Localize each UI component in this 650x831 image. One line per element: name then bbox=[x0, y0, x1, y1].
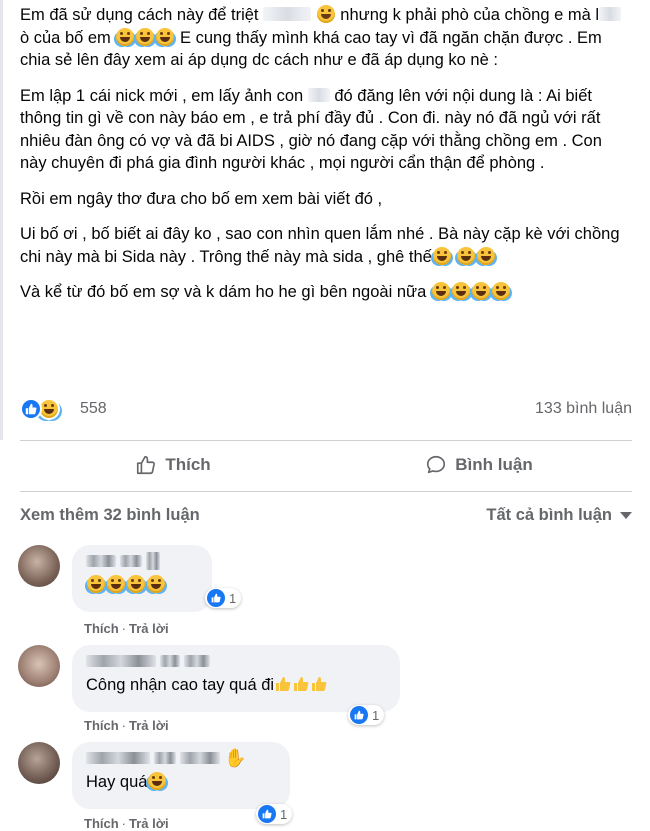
commenter-name-blurred[interactable] bbox=[86, 552, 198, 570]
post-paragraph-3: Rồi em ngây thơ đưa cho bố em xem bài vi… bbox=[20, 189, 383, 208]
view-more-comments-link[interactable]: Xem thêm 32 bình luận bbox=[20, 506, 200, 525]
laughing-tears-emoji-icon bbox=[127, 575, 145, 593]
laughing-tears-emoji-icon bbox=[471, 282, 490, 300]
comment-reply-link[interactable]: Trả lời bbox=[129, 816, 169, 831]
post-paragraph-1: Em đã sử dụng cách này để triệt nhưng k … bbox=[20, 4, 630, 72]
laughing-tears-emoji-icon bbox=[116, 27, 135, 46]
post-text: Em đã sử dụng cách này để triệt bbox=[20, 6, 259, 24]
comment-count[interactable]: 133 bình luận bbox=[535, 400, 632, 418]
wave-icon: ✋ bbox=[224, 748, 247, 768]
laughing-tears-emoji-icon bbox=[136, 27, 155, 46]
comment-text: Công nhận cao tay quá đi bbox=[86, 674, 386, 696]
post-text: Ui bố ơi , bố biết ai đây ko , sao con n… bbox=[20, 225, 620, 266]
like-reaction-icon bbox=[258, 805, 276, 823]
laughing-tears-emoji-icon bbox=[148, 772, 167, 790]
laughing-tears-emoji-icon bbox=[87, 575, 105, 593]
comment-filter-label: Tất cả bình luận bbox=[486, 506, 612, 524]
caret-down-icon bbox=[620, 512, 632, 519]
commenter-name-blurred[interactable] bbox=[86, 653, 386, 669]
post-text: nhưng k phải phò của chồng e mà l bbox=[340, 6, 600, 24]
comment-text bbox=[86, 574, 198, 596]
comment-like-count[interactable]: 1 bbox=[256, 804, 293, 824]
like-button-label: Thích bbox=[165, 455, 211, 474]
comments-header: Xem thêm 32 bình luận Tất cả bình luận bbox=[20, 506, 632, 532]
laughing-tears-emoji-icon bbox=[431, 282, 450, 300]
thumbs-up-emoji-icon bbox=[294, 677, 309, 691]
comment-bubble: ✋ Hay quá bbox=[72, 742, 290, 809]
blurred-text bbox=[263, 7, 312, 21]
laughing-tears-emoji-icon bbox=[477, 246, 496, 265]
commenter-name-blurred[interactable]: ✋ bbox=[86, 748, 276, 768]
comment-icon bbox=[427, 455, 446, 474]
comment-reply-link[interactable]: Trả lời bbox=[129, 621, 169, 636]
thumbs-up-emoji-icon bbox=[276, 677, 291, 691]
reaction-icons bbox=[20, 398, 61, 420]
comment-actions: Thích · Trả lời bbox=[84, 621, 169, 636]
divider bbox=[20, 491, 632, 492]
like-button[interactable]: Thích bbox=[20, 440, 326, 490]
comment-bubble: Công nhận cao tay quá đi bbox=[72, 645, 400, 712]
comment-like-count[interactable]: 1 bbox=[205, 588, 242, 608]
comment-like-link[interactable]: Thích bbox=[84, 621, 119, 636]
laughing-tears-emoji-icon bbox=[491, 282, 510, 300]
like-reaction-icon bbox=[207, 589, 225, 607]
comment-actions: Thích · Trả lời bbox=[84, 816, 169, 831]
laughing-tears-emoji-icon bbox=[147, 575, 165, 593]
like-reaction-icon bbox=[350, 706, 368, 724]
laughing-tears-emoji-icon bbox=[451, 282, 470, 300]
comment-button[interactable]: Bình luận bbox=[326, 440, 632, 490]
comment-button-label: Bình luận bbox=[455, 455, 533, 474]
reaction-summary[interactable]: 558 133 bình luận bbox=[20, 398, 632, 422]
post-action-bar: Thích Bình luận bbox=[20, 440, 632, 490]
thumbs-up-icon bbox=[137, 455, 156, 475]
post-text: Và kể từ đó bố em sợ và k dám ho he gì b… bbox=[20, 283, 427, 301]
post-paragraph-2: Em lập 1 cái nick mới , em lấy ảnh con đ… bbox=[20, 85, 630, 175]
comment-like-link[interactable]: Thích bbox=[84, 816, 119, 831]
post-text: ò của bố em bbox=[20, 28, 111, 47]
avatar[interactable] bbox=[18, 645, 60, 687]
comment-filter-dropdown[interactable]: Tất cả bình luận bbox=[486, 506, 632, 525]
reaction-count[interactable]: 558 bbox=[80, 400, 107, 418]
post-left-border bbox=[0, 0, 3, 440]
laughing-tears-emoji-icon bbox=[156, 27, 175, 46]
comment-bubble bbox=[72, 545, 212, 612]
laughing-tears-emoji-icon bbox=[107, 575, 125, 593]
comment-text: Hay quá bbox=[86, 771, 276, 793]
smile-emoji-icon bbox=[316, 5, 335, 23]
post-text: Em lập 1 cái nick mới , em lấy ảnh con bbox=[20, 86, 304, 105]
thumbs-up-emoji-icon bbox=[312, 677, 327, 691]
avatar[interactable] bbox=[18, 742, 60, 784]
comment-reply-link[interactable]: Trả lời bbox=[129, 718, 169, 733]
laughing-tears-emoji-icon bbox=[432, 246, 451, 265]
comment-actions: Thích · Trả lời bbox=[84, 718, 169, 733]
avatar[interactable] bbox=[18, 545, 60, 587]
blurred-text bbox=[599, 7, 622, 21]
comment-like-count[interactable]: 1 bbox=[348, 705, 385, 725]
post-paragraph-4: Ui bố ơi , bố biết ai đây ko , sao con n… bbox=[20, 223, 630, 268]
post-paragraph-5: Và kể từ đó bố em sợ và k dám ho he gì b… bbox=[20, 281, 630, 304]
comment-like-link[interactable]: Thích bbox=[84, 718, 119, 733]
blurred-text bbox=[307, 87, 330, 102]
post-body: Em đã sử dụng cách này để triệt nhưng k … bbox=[20, 4, 630, 317]
laughing-tears-emoji-icon bbox=[457, 246, 476, 265]
like-reaction-icon bbox=[20, 398, 42, 420]
